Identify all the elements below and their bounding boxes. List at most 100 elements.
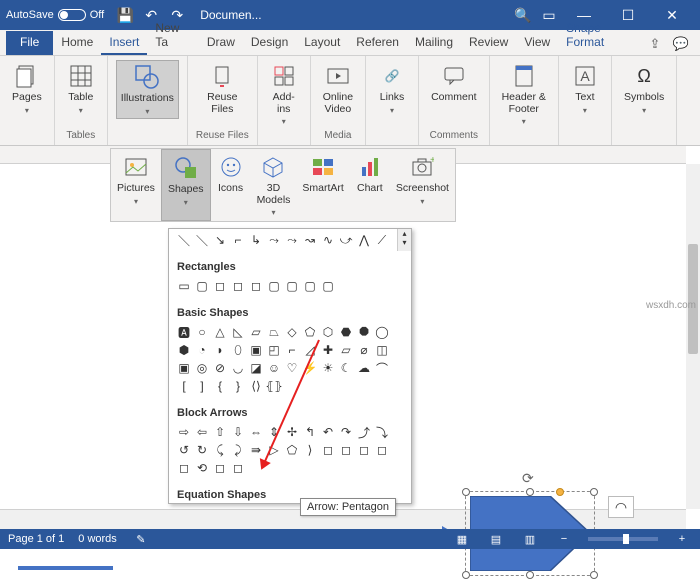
shape-arrow-curved[interactable]: ⤹ bbox=[211, 441, 229, 459]
shape-arrow-callout[interactable]: ◻ bbox=[355, 441, 373, 459]
shape-bracket[interactable]: [ bbox=[175, 377, 193, 395]
shape-round-rect[interactable]: ▢ bbox=[301, 277, 319, 295]
shape-arrow-circular[interactable]: ⟲ bbox=[193, 459, 211, 477]
shape-trapezoid[interactable]: ⏢ bbox=[265, 323, 283, 341]
shape-curve[interactable]: ⤳ bbox=[265, 231, 283, 249]
reuse-files-button[interactable]: Reuse Files bbox=[203, 60, 241, 117]
tab-draw[interactable]: Draw bbox=[199, 31, 243, 55]
pictures-button[interactable]: Pictures ▾ bbox=[111, 149, 161, 221]
shape-octagon[interactable]: ⯃ bbox=[355, 323, 373, 341]
shape-dodecagon[interactable]: ⬢ bbox=[175, 341, 193, 359]
text-button[interactable]: A Text ▾ bbox=[567, 60, 603, 117]
zoom-slider[interactable] bbox=[588, 537, 658, 541]
shape-snip-rect[interactable]: ◻ bbox=[247, 277, 265, 295]
shape-brace[interactable]: } bbox=[229, 377, 247, 395]
online-video-button[interactable]: Online Video bbox=[319, 60, 357, 117]
shape-snip-rect[interactable]: ◻ bbox=[229, 277, 247, 295]
shape-round-rect[interactable]: ▢ bbox=[319, 277, 337, 295]
shape-half-frame[interactable]: ◰ bbox=[265, 341, 283, 359]
shape-donut[interactable]: ◎ bbox=[193, 359, 211, 377]
shape-pentagon[interactable]: ⬠ bbox=[301, 323, 319, 341]
resize-handle[interactable] bbox=[526, 571, 534, 579]
shape-arrow-left[interactable]: ⇦ bbox=[193, 423, 211, 441]
shape-polyline[interactable]: ⋀ bbox=[355, 231, 373, 249]
shape-folded-corner[interactable]: ◪ bbox=[247, 359, 265, 377]
shape-cloud[interactable]: ☁ bbox=[355, 359, 373, 377]
shape-curve[interactable]: ⤳ bbox=[283, 231, 301, 249]
shape-arrow-chevron[interactable]: ⟩ bbox=[301, 441, 319, 459]
shape-moon[interactable]: ☾ bbox=[337, 359, 355, 377]
shape-arrow-uturn[interactable]: ↶ bbox=[319, 423, 337, 441]
shape-elbow[interactable]: ⌐ bbox=[229, 231, 247, 249]
shape-arrow-curved[interactable]: ⤸ bbox=[229, 441, 247, 459]
shape-pie[interactable]: ◔ bbox=[193, 341, 211, 359]
shape-heart[interactable]: ♡ bbox=[283, 359, 301, 377]
tab-view[interactable]: View bbox=[516, 31, 558, 55]
resize-handle[interactable] bbox=[462, 488, 470, 496]
resize-handle[interactable] bbox=[526, 488, 534, 496]
shape-scribble[interactable]: ∿ bbox=[319, 231, 337, 249]
icons-button[interactable]: Icons bbox=[211, 149, 251, 221]
screenshot-button[interactable]: + Screenshot ▾ bbox=[390, 149, 455, 221]
shape-arrow-uturn[interactable]: ↷ bbox=[337, 423, 355, 441]
tab-mailing[interactable]: Mailing bbox=[407, 31, 461, 55]
shape-right-triangle[interactable]: ◺ bbox=[229, 323, 247, 341]
shape-arrow-callout[interactable]: ◻ bbox=[175, 459, 193, 477]
shape-round-rect[interactable]: ▢ bbox=[265, 277, 283, 295]
scrollbar-thumb[interactable] bbox=[688, 244, 698, 354]
autosave-toggle[interactable]: AutoSave Off bbox=[6, 9, 104, 21]
shape-chord[interactable]: ◗ bbox=[211, 341, 229, 359]
tab-layout[interactable]: Layout bbox=[296, 31, 348, 55]
resize-handle[interactable] bbox=[462, 571, 470, 579]
toggle-switch-icon[interactable] bbox=[58, 9, 86, 21]
shape-brace-pair[interactable]: ⦃⦄ bbox=[265, 377, 283, 395]
zoom-out-icon[interactable]: − bbox=[554, 533, 574, 545]
close-icon[interactable]: ✕ bbox=[652, 4, 692, 26]
shape-rounded-rect[interactable]: ▢ bbox=[193, 277, 211, 295]
illustrations-button[interactable]: Illustrations ▾ bbox=[116, 60, 179, 119]
rotate-handle-icon[interactable]: ⟳ bbox=[522, 470, 534, 487]
print-layout-icon[interactable]: ▤ bbox=[486, 533, 506, 546]
shape-arrow-callout[interactable]: ◻ bbox=[229, 459, 247, 477]
shape-line[interactable]: ＼ bbox=[193, 231, 211, 249]
line-shape[interactable] bbox=[18, 566, 113, 570]
tab-new[interactable]: New Ta bbox=[147, 17, 199, 55]
3d-models-button[interactable]: 3D Models ▾ bbox=[251, 149, 297, 221]
table-button[interactable]: Table ▾ bbox=[63, 60, 99, 117]
shape-hexagon[interactable]: ⬡ bbox=[319, 323, 337, 341]
addins-button[interactable]: Add- ins ▾ bbox=[266, 60, 302, 128]
web-layout-icon[interactable]: ▥ bbox=[520, 533, 540, 546]
shape-brace[interactable]: { bbox=[211, 377, 229, 395]
gallery-scroll[interactable]: ▴▾ bbox=[397, 229, 411, 251]
shape-arrow-bent[interactable]: ↰ bbox=[301, 423, 319, 441]
spellcheck-icon[interactable]: ✎ bbox=[131, 533, 151, 546]
tab-review[interactable]: Review bbox=[461, 31, 516, 55]
shape-elbow-arrow[interactable]: ↳ bbox=[247, 231, 265, 249]
shape-diamond[interactable]: ◇ bbox=[283, 323, 301, 341]
shape-can[interactable]: ⌀ bbox=[355, 341, 373, 359]
tab-insert[interactable]: Insert bbox=[101, 31, 147, 55]
tab-shape-format[interactable]: Shape Format bbox=[558, 17, 642, 55]
smartart-button[interactable]: SmartArt bbox=[296, 149, 349, 221]
shape-heptagon[interactable]: ⬣ bbox=[337, 323, 355, 341]
shape-snip-rect[interactable]: ◻ bbox=[211, 277, 229, 295]
shape-frame[interactable]: ▣ bbox=[247, 341, 265, 359]
ribbon-options-icon[interactable]: ▭ bbox=[538, 4, 560, 26]
zoom-in-icon[interactable]: + bbox=[672, 533, 692, 545]
shape-round-rect[interactable]: ▢ bbox=[283, 277, 301, 295]
shape-block-arc[interactable]: ◡ bbox=[229, 359, 247, 377]
shape-bracket-pair[interactable]: ⟨⟩ bbox=[247, 377, 265, 395]
shape-decagon[interactable]: ◯ bbox=[373, 323, 391, 341]
shape-cube[interactable]: ◫ bbox=[373, 341, 391, 359]
shape-line[interactable]: ＼ bbox=[175, 231, 193, 249]
comment-button[interactable]: Comment bbox=[427, 60, 481, 106]
shapes-button[interactable]: Shapes ▾ bbox=[161, 149, 211, 221]
save-icon[interactable]: 💾 bbox=[114, 4, 136, 26]
shape-freeform[interactable]: ↝ bbox=[301, 231, 319, 249]
page-indicator[interactable]: Page 1 of 1 bbox=[8, 533, 64, 545]
shape-rectangle[interactable]: ▭ bbox=[175, 277, 193, 295]
header-footer-button[interactable]: Header & Footer ▾ bbox=[498, 60, 550, 128]
resize-handle[interactable] bbox=[590, 571, 598, 579]
shape-teardrop[interactable]: ⬯ bbox=[229, 341, 247, 359]
tab-references[interactable]: Referen bbox=[348, 31, 407, 55]
